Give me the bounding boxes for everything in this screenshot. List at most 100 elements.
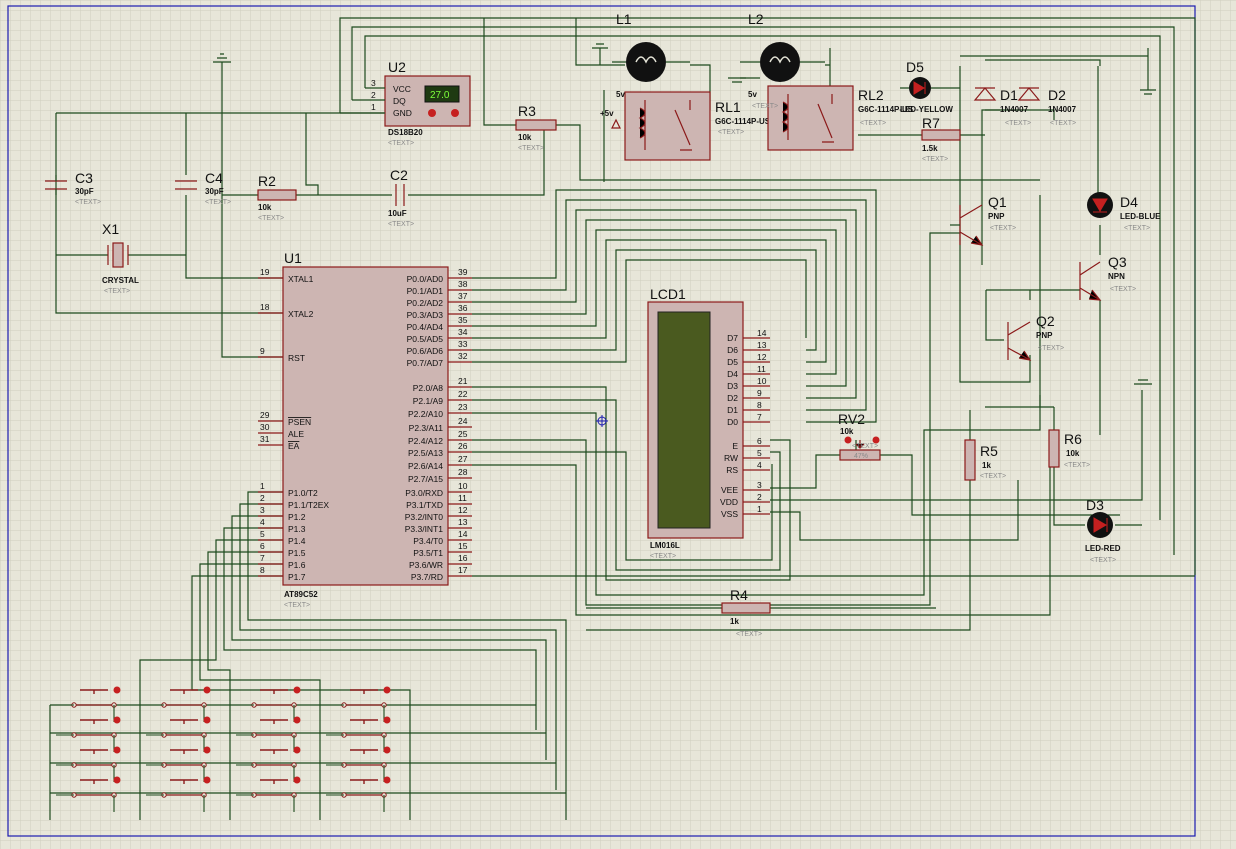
u1-pin-number: 1 <box>260 481 265 491</box>
l1-ref: L1 <box>616 11 632 27</box>
c4-text: <TEXT> <box>205 199 231 206</box>
d2-part: 1N4007 <box>1048 105 1077 114</box>
keypad-button-indicator <box>293 686 301 694</box>
r2-value: 10k <box>258 203 272 212</box>
u2-ref: U2 <box>388 59 406 75</box>
d4-part: LED-BLUE <box>1120 212 1161 221</box>
d3-text: <TEXT> <box>1090 557 1116 564</box>
lcd-pin-number: 7 <box>757 412 762 422</box>
u1-pin-name: P3.7/RD <box>411 572 443 582</box>
schematic-sheet[interactable]: U1 AT89C52 <TEXT> 19XTAL118XTAL29RST29PS… <box>0 0 1236 849</box>
u1-pin-name: P0.4/AD4 <box>407 322 444 332</box>
rv2-dec-button[interactable] <box>844 436 852 444</box>
u1-pin-number: 33 <box>458 339 468 349</box>
u1-pin-name: P2.7/A15 <box>408 474 443 484</box>
d5-ref: D5 <box>906 59 924 75</box>
u1-pin-name: P2.3/A11 <box>409 423 444 433</box>
lcd-pin-name: D4 <box>727 369 738 379</box>
u1-pin-name: P1.4 <box>288 536 306 546</box>
mcu-u1[interactable]: U1 AT89C52 <TEXT> 19XTAL118XTAL29RST29PS… <box>258 250 472 609</box>
u1-pin-name: P2.4/A12 <box>408 436 443 446</box>
d4-ref: D4 <box>1120 194 1138 210</box>
u1-pin-name: RST <box>288 353 305 363</box>
u1-pin-number: 3 <box>260 505 265 515</box>
u1-pin-name: P3.3/INT1 <box>405 524 444 534</box>
c3-text: <TEXT> <box>75 199 101 206</box>
u1-pin-name: P0.1/AD1 <box>407 286 444 296</box>
u1-pin-number: 18 <box>260 302 270 312</box>
u1-pin-name: PSEN <box>288 417 311 427</box>
u1-pin-number: 5 <box>260 529 265 539</box>
u1-pin-name: P2.5/A13 <box>408 448 443 458</box>
rv2-value: 10k <box>840 427 854 436</box>
keypad-button-indicator <box>203 776 211 784</box>
q3-text: <TEXT> <box>1110 286 1136 293</box>
rv2-ref: RV2 <box>838 411 865 427</box>
u1-pin-name: P3.1/TXD <box>406 500 443 510</box>
u1-pin-name: P0.2/AD2 <box>407 298 444 308</box>
keypad-button-indicator <box>203 686 211 694</box>
r6-value: 10k <box>1066 449 1080 458</box>
lcd-pin-name: RW <box>724 453 738 463</box>
d2-text: <TEXT> <box>1050 120 1076 127</box>
u2-pinnum-2: 2 <box>371 90 376 100</box>
u1-pin-number: 2 <box>260 493 265 503</box>
u1-pin-number: 13 <box>458 517 468 527</box>
x1-part: CRYSTAL <box>102 276 139 285</box>
r4-ref: R4 <box>730 587 748 603</box>
u1-pin-number: 6 <box>260 541 265 551</box>
lcd-ref: LCD1 <box>650 286 686 302</box>
rl2-supply: 5v <box>748 90 757 99</box>
rl1-supply: 5v <box>616 90 625 99</box>
r4-text: <TEXT> <box>736 631 762 638</box>
keypad-button-indicator <box>203 746 211 754</box>
u2-pin-vcc: VCC <box>393 84 411 94</box>
d1-text: <TEXT> <box>1005 120 1031 127</box>
c2-text: <TEXT> <box>388 221 414 228</box>
keypad-button-indicator <box>113 746 121 754</box>
u1-pin-name: P3.4/T0 <box>413 536 443 546</box>
q2-ref: Q2 <box>1036 313 1055 329</box>
u2-button-down[interactable] <box>428 109 436 117</box>
lcd-pin-number: 11 <box>757 364 766 374</box>
lcd-pin-name: VEE <box>721 485 738 495</box>
r6-text: <TEXT> <box>1064 462 1090 469</box>
l2-ref: L2 <box>748 11 764 27</box>
rl1-ref: RL1 <box>715 99 741 115</box>
x1-text: <TEXT> <box>104 288 130 295</box>
lcd-part: LM016L <box>650 541 680 550</box>
x1-ref: X1 <box>102 221 119 237</box>
u2-text: <TEXT> <box>388 140 414 147</box>
d1-ref: D1 <box>1000 87 1018 103</box>
u1-pin-number: 37 <box>458 291 468 301</box>
u1-pin-number: 9 <box>260 346 265 356</box>
u1-pin-number: 27 <box>458 454 468 464</box>
u1-pin-number: 36 <box>458 303 468 313</box>
rl1-part: G6C-1114P-US <box>715 117 771 126</box>
rl1-text: <TEXT> <box>718 129 744 136</box>
u1-pin-number: 19 <box>260 267 270 277</box>
u2-pin-dq: DQ <box>393 96 406 106</box>
lcd-pin-number: 2 <box>757 492 762 502</box>
d3-ref: D3 <box>1086 497 1104 513</box>
lcd-pin-name: D2 <box>727 393 738 403</box>
u1-pin-name: P1.6 <box>288 560 306 570</box>
lcd-pin-name: D3 <box>727 381 738 391</box>
u1-text: <TEXT> <box>284 602 310 609</box>
c2-ref: C2 <box>390 167 408 183</box>
u2-button-up[interactable] <box>451 109 459 117</box>
d2-ref: D2 <box>1048 87 1066 103</box>
u1-pin-number: 38 <box>458 279 468 289</box>
r5-value: 1k <box>982 461 991 470</box>
u1-pin-number: 24 <box>458 416 468 426</box>
r3-text: <TEXT> <box>518 145 544 152</box>
c2-value: 10uF <box>388 209 407 218</box>
keypad-button-indicator <box>293 776 301 784</box>
lcd-pin-number: 10 <box>757 376 767 386</box>
lcd-pin-name: E <box>732 441 738 451</box>
u2-display-value: 27.0 <box>430 90 450 101</box>
r6-ref: R6 <box>1064 431 1082 447</box>
u1-pin-number: 21 <box>458 376 468 386</box>
lcd-pin-name: VSS <box>721 509 738 519</box>
u1-pin-name: P1.1/T2EX <box>288 500 329 510</box>
